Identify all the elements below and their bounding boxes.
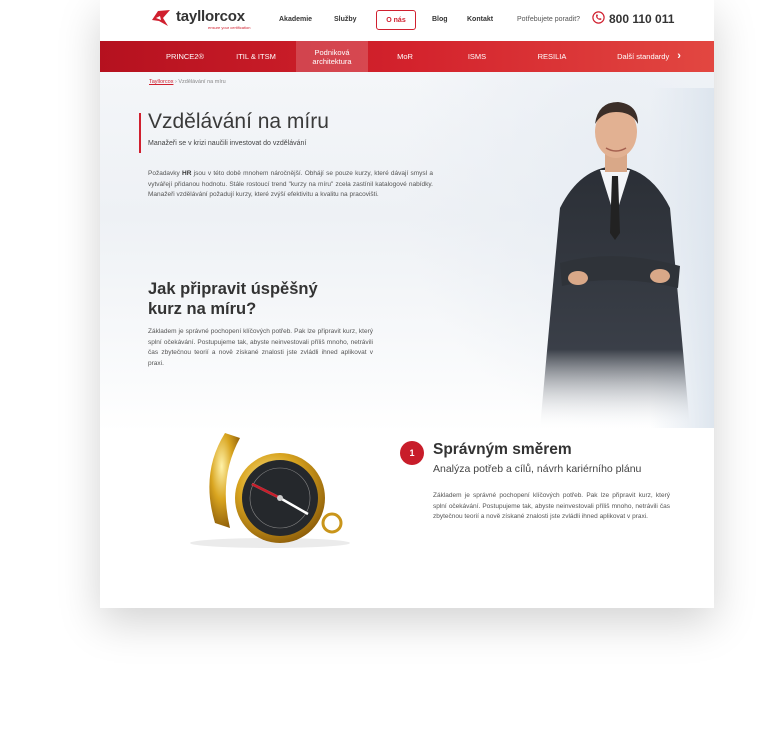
page-title: Vzdělávání na míru — [148, 110, 329, 133]
nav-kontakt[interactable]: Kontakt — [467, 16, 493, 23]
page-subtitle: Manažeři se v krizi naučili investovat d… — [148, 140, 307, 147]
logo[interactable]: tayllorcox ensure your certification — [150, 8, 250, 30]
logo-tagline: ensure your certification — [208, 25, 251, 30]
help-text: Potřebujete poradit? — [517, 16, 581, 23]
breadcrumb-home[interactable]: Tayllorcox — [149, 79, 173, 85]
category-podnikova-architektura[interactable]: Podniková architektura — [296, 41, 368, 72]
businessman-photo — [540, 88, 714, 428]
nav-blog[interactable]: Blog — [432, 16, 448, 23]
logo-mark-icon — [152, 10, 170, 26]
step-title: Správným směrem — [433, 441, 572, 458]
section-title-line1: Jak připravit úspěšný — [148, 280, 318, 298]
category-itil[interactable]: ITIL & ITSM — [222, 41, 290, 72]
nav-o-nas-button[interactable]: O nás — [376, 10, 416, 30]
chevron-right-icon: › — [677, 50, 681, 62]
category-mor[interactable]: MoR — [378, 41, 432, 72]
hero-paragraph-text: Požadavky HR jsou v této době mnohem nár… — [148, 170, 433, 198]
category-dalsi-standardy[interactable]: Další standardy › — [594, 41, 704, 72]
phone-icon — [592, 11, 605, 24]
step-paragraph: Základem je správné pochopení klíčových … — [433, 492, 670, 520]
step-number-badge: 1 — [400, 441, 424, 465]
hero-paragraph: Požadavky HR jsou v této době mnohem nár… — [148, 169, 433, 201]
page: tayllorcox ensure your certification Aka… — [100, 0, 714, 608]
top-bar: tayllorcox ensure your certification Aka… — [100, 0, 714, 41]
nav-sluzby[interactable]: Služby — [334, 16, 357, 23]
phone-number[interactable]: 800 110 011 — [609, 12, 674, 26]
category-nav: PRINCE2® ITIL & ITSM Podniková architekt… — [100, 41, 714, 72]
category-dalsi-standardy-label: Další standardy — [617, 52, 670, 61]
breadcrumb-separator: › — [174, 79, 177, 85]
nav-akademie[interactable]: Akademie — [279, 16, 312, 23]
logo-name: tayllorcox — [176, 8, 245, 25]
category-prince2[interactable]: PRINCE2® — [150, 41, 220, 72]
section-title-line2: kurz na míru? — [148, 300, 257, 318]
hero-highlight: HR — [182, 170, 192, 177]
section-title: Jak připravit úspěšný kurz na míru? — [148, 279, 348, 319]
compass-photo — [190, 433, 350, 548]
category-isms[interactable]: ISMS — [448, 41, 506, 72]
breadcrumb-current: Vzdělávání na míru — [178, 79, 226, 85]
breadcrumb: Tayllorcox › Vzdělávání na míru — [149, 79, 226, 85]
step-subtitle: Analýza potřeb a cílů, návrh kariérního … — [433, 463, 642, 475]
title-accent-bar — [139, 113, 141, 153]
category-resilia[interactable]: RESILIA — [520, 41, 584, 72]
section-paragraph: Základem je správné pochopení klíčových … — [148, 328, 373, 367]
